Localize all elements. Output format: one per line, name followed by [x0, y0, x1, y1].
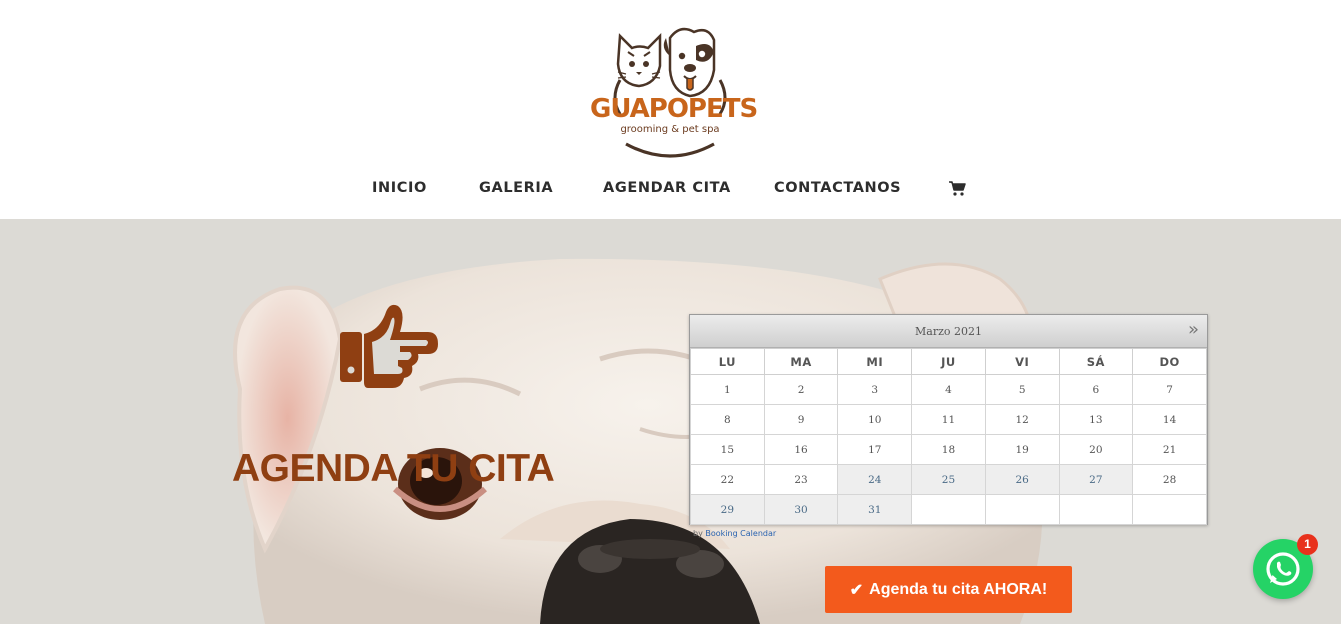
- calendar-day[interactable]: 11: [911, 404, 986, 435]
- calendar-day[interactable]: 7: [1132, 374, 1207, 405]
- calendar-week-row: 22 23 24 25 26 27 28: [690, 464, 1207, 495]
- calendar-day[interactable]: 18: [911, 434, 986, 465]
- nav-item-galeria[interactable]: GALERIA: [479, 180, 553, 196]
- calendar-empty-cell: [911, 494, 986, 525]
- calendar-weekday: DO: [1132, 348, 1207, 375]
- calendar-day[interactable]: 6: [1058, 374, 1134, 405]
- calendar-day[interactable]: 9: [763, 404, 839, 435]
- calendar-weekday: SÁ: [1058, 348, 1134, 375]
- calendar-week-row: 29 30 31: [690, 494, 1207, 525]
- booking-calendar-link[interactable]: Booking Calendar: [705, 529, 776, 538]
- shopping-cart-icon[interactable]: [948, 179, 966, 197]
- calendar-day[interactable]: 23: [763, 464, 839, 495]
- calendar-day[interactable]: 26: [984, 464, 1060, 495]
- main-nav: INICIO GALERIA AGENDAR CITA CONTACTANOS: [0, 176, 1341, 202]
- nav-item-contactanos[interactable]: CONTACTANOS: [774, 180, 901, 196]
- calendar-next-month-button[interactable]: »: [1188, 320, 1199, 340]
- calendar-day[interactable]: 31: [837, 494, 913, 525]
- brand-logo[interactable]: GUAPOPETS grooming & pet spa: [590, 18, 758, 160]
- check-icon: ✔: [849, 581, 864, 599]
- pets-logo-icon: [613, 27, 727, 158]
- calendar-month-label: Marzo 2021: [915, 325, 982, 338]
- calendar-day[interactable]: 22: [690, 464, 765, 495]
- calendar-day[interactable]: 3: [837, 374, 913, 405]
- calendar-day[interactable]: 29: [690, 494, 765, 525]
- calendar-weekday: LU: [690, 348, 765, 375]
- calendar-day[interactable]: 8: [690, 404, 765, 435]
- calendar-week-row: 8 9 10 11 12 13 14: [690, 404, 1207, 435]
- brand-tagline: grooming & pet spa: [620, 124, 720, 135]
- calendar-week-row: 1234567: [690, 374, 1207, 405]
- calendar-day[interactable]: 14: [1132, 404, 1207, 435]
- calendar-day[interactable]: 4: [911, 374, 986, 405]
- notification-badge: 1: [1297, 534, 1318, 555]
- calendar-empty-cell: [1058, 494, 1134, 525]
- calendar-credit: by Booking Calendar: [693, 529, 776, 538]
- hero-title: AGENDA TU CITA: [232, 447, 555, 490]
- calendar-day[interactable]: 24: [837, 464, 913, 495]
- calendar-week-row: 15 16 17 18 19 20 21: [690, 434, 1207, 465]
- calendar-grid: LU MA MI JU VI SÁ DO 1 2 3 4 5 6 7 8 9 10 11 12 13 14 15 16 17…: [690, 348, 1207, 525]
- nav-item-inicio[interactable]: INICIO: [372, 180, 427, 196]
- calendar-empty-cell: [984, 494, 1060, 525]
- calendar-day[interactable]: 12: [984, 404, 1060, 435]
- calendar-days: 1 2 3 4 5 6 7 8 9 10 11 12 13 14 15 16 17 18 19 20 21 22 23 24 2…: [690, 374, 1207, 525]
- calendar-day[interactable]: 5: [984, 374, 1060, 405]
- calendar-weekday: JU: [911, 348, 986, 375]
- calendar-day[interactable]: 13: [1058, 404, 1134, 435]
- calendar-day[interactable]: 25: [911, 464, 986, 495]
- calendar-day[interactable]: 20: [1058, 434, 1134, 465]
- calendar-header: Marzo 2021 »: [690, 315, 1207, 348]
- book-appointment-label: Agenda tu cita AHORA!: [869, 580, 1048, 598]
- calendar-weekday-row: LU MA MI JU VI SÁ DO: [690, 348, 1207, 375]
- calendar-day[interactable]: 10: [837, 404, 913, 435]
- calendar-day[interactable]: 2: [763, 374, 839, 405]
- nav-item-agendar-cita[interactable]: AGENDAR CITA: [603, 180, 731, 196]
- calendar-day[interactable]: 28: [1132, 464, 1207, 495]
- hero-section: AGENDA TU CITA Marzo 2021 » LU MA MI JU VI SÁ…: [0, 219, 1341, 624]
- calendar-day[interactable]: 17: [837, 434, 913, 465]
- calendar-weekday: MA: [763, 348, 839, 375]
- book-appointment-button[interactable]: ✔ Agenda tu cita AHORA!: [825, 566, 1072, 613]
- booking-calendar: Marzo 2021 » LU MA MI JU VI SÁ DO 1 2 3 4 5 6 7 8 9 10 1…: [689, 314, 1208, 525]
- calendar-day[interactable]: 27: [1058, 464, 1134, 495]
- site-header: GUAPOPETS grooming & pet spa INICIO GALE…: [0, 0, 1341, 219]
- brand-name: GUAPOPETS: [590, 94, 758, 124]
- calendar-day[interactable]: 21: [1132, 434, 1207, 465]
- hand-point-right-icon: [340, 304, 438, 388]
- calendar-day[interactable]: 16: [763, 434, 839, 465]
- calendar-day[interactable]: 15: [690, 434, 765, 465]
- calendar-weekday: MI: [837, 348, 913, 375]
- calendar-day[interactable]: 19: [984, 434, 1060, 465]
- calendar-empty-cell: [1132, 494, 1207, 525]
- calendar-day[interactable]: 30: [763, 494, 839, 525]
- calendar-credit-prefix: by: [693, 529, 703, 538]
- calendar-day[interactable]: 1: [690, 374, 765, 405]
- calendar-weekday: VI: [984, 348, 1060, 375]
